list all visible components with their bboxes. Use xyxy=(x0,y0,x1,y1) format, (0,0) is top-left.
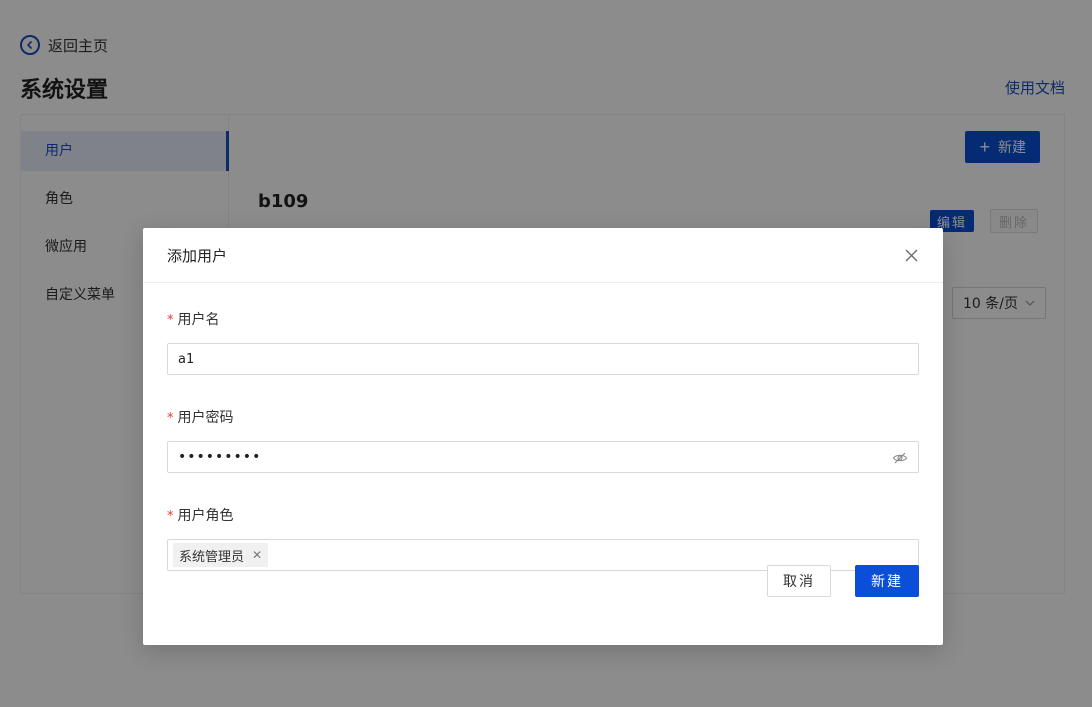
username-label-text: 用户名 xyxy=(177,312,220,328)
modal-header: 添加用户 xyxy=(143,228,943,283)
role-tag: 系统管理员 ✕ xyxy=(173,543,269,567)
add-user-modal: 添加用户 *用户名 *用户密码 ••••••••• *用户角色 xyxy=(143,228,943,645)
password-label-text: 用户密码 xyxy=(177,410,234,426)
eye-slash-icon[interactable] xyxy=(892,450,908,466)
role-label: * 用户角色 xyxy=(167,505,919,527)
password-label: * 用户密码 xyxy=(167,407,919,429)
password-input[interactable]: ••••••••• xyxy=(178,449,261,465)
close-icon[interactable] xyxy=(903,247,919,263)
username-input[interactable] xyxy=(178,351,908,367)
submit-button[interactable]: 新建 xyxy=(855,565,919,597)
add-user-form: *用户名 *用户密码 ••••••••• *用户角色 系统管理员 ✕ xyxy=(143,283,943,571)
required-mark: * xyxy=(167,509,174,524)
required-mark: * xyxy=(167,411,174,426)
tag-close-icon[interactable]: ✕ xyxy=(252,548,262,562)
password-field[interactable]: ••••••••• xyxy=(167,441,919,473)
username-field[interactable] xyxy=(167,343,919,375)
username-label: * 用户名 xyxy=(167,309,919,331)
role-label-text: 用户角色 xyxy=(177,508,234,524)
modal-actions: 取消 新建 xyxy=(767,565,919,597)
required-mark: * xyxy=(167,313,174,328)
cancel-button[interactable]: 取消 xyxy=(767,565,831,597)
role-tag-label: 系统管理员 xyxy=(179,549,245,565)
modal-title: 添加用户 xyxy=(167,246,228,265)
